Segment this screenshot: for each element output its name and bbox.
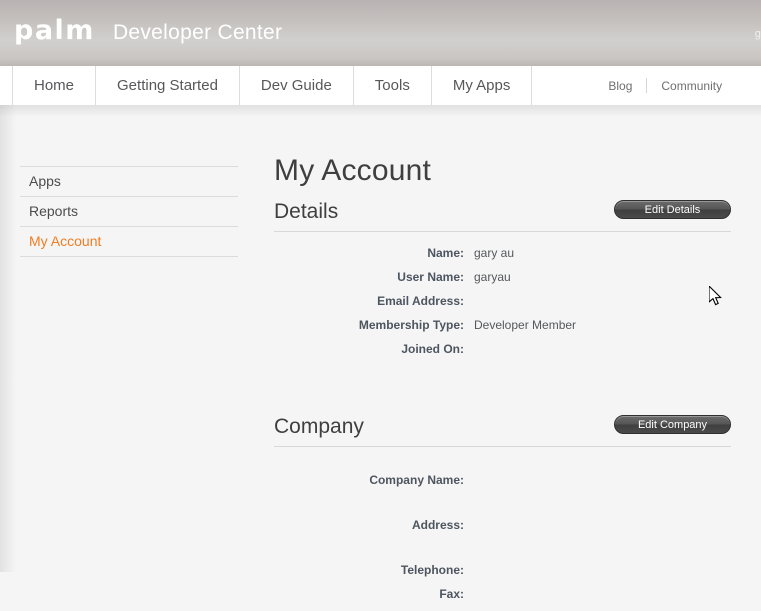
brand-logo-group[interactable]: palm Developer Center (14, 17, 282, 44)
edit-company-button[interactable]: Edit Company (614, 414, 731, 434)
sidebar-nav: Apps Reports My Account (20, 166, 238, 257)
company-section: Company Edit Company Company Name: Addre… (274, 412, 731, 611)
field-label-name: Name: (427, 245, 464, 260)
field-label-fax: Fax: (439, 586, 464, 601)
details-section-rule (274, 230, 731, 232)
field-label-telephone: Telephone: (400, 562, 464, 577)
sidebar-item-reports[interactable]: Reports (20, 196, 238, 226)
brand-header: palm Developer Center ga (0, 0, 761, 66)
company-section-rule (274, 445, 731, 447)
field-label-joined-on: Joined On: (401, 341, 464, 356)
sidebar-bottom-divider (20, 256, 238, 257)
page-top-shadow (0, 105, 761, 117)
site-title: Developer Center (112, 21, 283, 44)
primary-nav-group: Home Getting Started Dev Guide Tools My … (12, 66, 533, 105)
edit-details-button[interactable]: Edit Details (614, 199, 731, 219)
nav-item-dev-guide[interactable]: Dev Guide (238, 66, 353, 105)
field-row-joined-on: Joined On: (274, 342, 731, 366)
field-row-fax: Fax: (274, 587, 731, 611)
nav-item-getting-started[interactable]: Getting Started (95, 66, 239, 105)
nav-item-home[interactable]: Home (12, 66, 95, 105)
details-field-list: Name: gary au User Name: garyau Email Ad… (274, 246, 731, 366)
account-username-label: ga (754, 28, 761, 40)
sidebar-item-apps[interactable]: Apps (20, 166, 238, 196)
page-title: My Account (274, 154, 432, 187)
secondary-nav-group: Blog Community (594, 66, 736, 105)
field-row-email-address: Email Address: (274, 294, 731, 318)
nav-item-my-apps[interactable]: My Apps (430, 66, 533, 105)
field-row-address: Address: (274, 518, 731, 563)
field-value-membership-type: Developer Member (474, 317, 577, 332)
sidebar-item-my-account[interactable]: My Account (20, 226, 238, 256)
nav-item-tools[interactable]: Tools (352, 66, 431, 105)
field-value-user-name: garyau (474, 269, 511, 284)
nav-link-blog[interactable]: Blog (594, 79, 646, 93)
field-row-telephone: Telephone: (274, 563, 731, 587)
nav-link-community[interactable]: Community (647, 79, 736, 93)
company-section-header: Company Edit Company (274, 412, 731, 446)
page-body: Apps Reports My Account My Account Detai… (0, 105, 761, 601)
field-row-company-name: Company Name: (274, 473, 731, 518)
details-section-header: Details Edit Details (274, 197, 731, 231)
field-label-membership-type: Membership Type: (358, 317, 464, 332)
field-row-user-name: User Name: garyau (274, 270, 731, 294)
main-content: My Account Details Edit Details Name: ga… (274, 155, 731, 611)
field-row-name: Name: gary au (274, 246, 731, 270)
page-left-shadow (0, 105, 16, 572)
field-label-address: Address: (411, 517, 464, 532)
palm-logo: palm (14, 15, 95, 46)
field-label-user-name: User Name: (397, 269, 464, 284)
field-value-name: gary au (474, 245, 515, 260)
field-row-membership-type: Membership Type: Developer Member (274, 318, 731, 342)
field-label-company-name: Company Name: (369, 472, 464, 487)
main-navigation: Home Getting Started Dev Guide Tools My … (0, 66, 761, 105)
field-label-email-address: Email Address: (377, 293, 464, 308)
company-field-list: Company Name: Address: Telephone: Fax: (274, 473, 731, 611)
